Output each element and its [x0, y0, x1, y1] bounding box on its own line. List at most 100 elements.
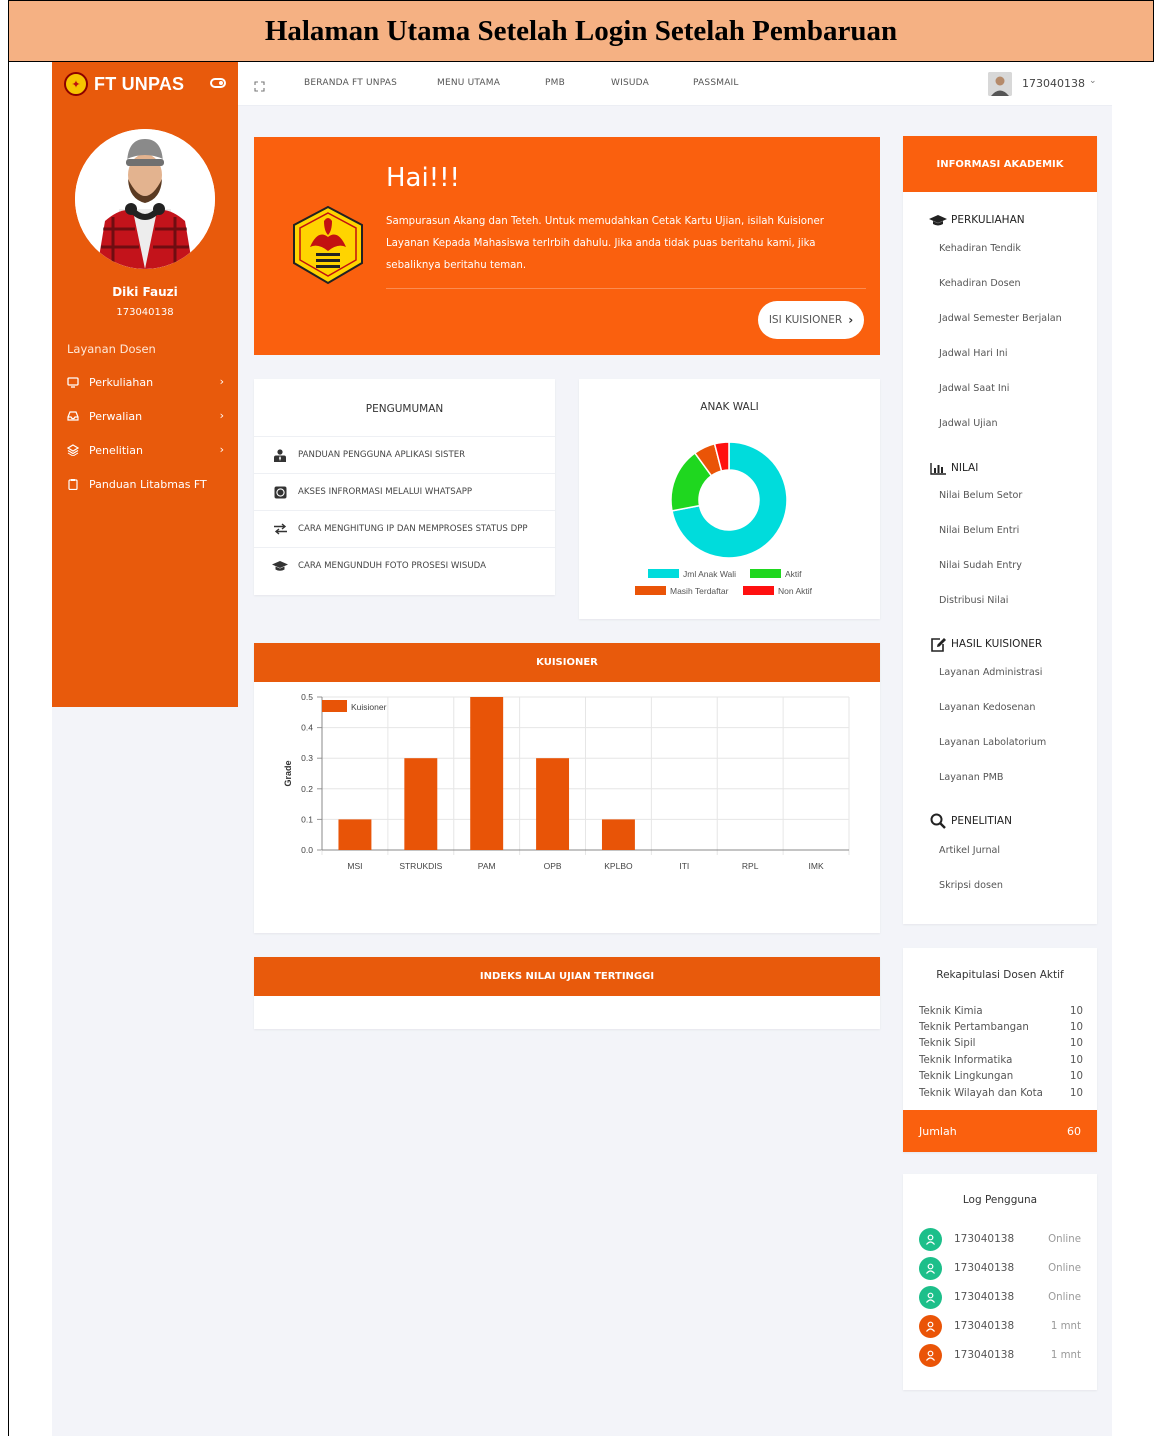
chevron-right-icon: ›	[219, 443, 224, 456]
announcement-item[interactable]: PANDUAN PENGGUNA APLIKASI SISTER	[254, 436, 555, 473]
bar-msi[interactable]	[338, 819, 372, 850]
top-avatar[interactable]	[988, 72, 1012, 96]
brand[interactable]: ✦ FT UNPAS	[52, 62, 238, 106]
rekap-name: Teknik Wilayah dan Kota	[919, 1088, 1043, 1099]
fullscreen-icon[interactable]	[254, 77, 265, 92]
nav-beranda-ft-unpas[interactable]: BERANDA FT UNPAS	[304, 78, 397, 88]
x-tick-label: KPLBO	[604, 861, 633, 871]
rekap-name: Teknik Lingkungan	[919, 1071, 1014, 1082]
announcement-item[interactable]: AKSES INFRORMASI MELALUI WHATSAPP	[254, 473, 555, 510]
bar-strukdis[interactable]	[404, 758, 438, 850]
rekap-row: Teknik Wilayah dan Kota 10	[919, 1088, 1083, 1099]
nav-passmail[interactable]: PASSMAIL	[693, 78, 739, 88]
section-title: NILAI	[951, 462, 979, 474]
legend-label: Non Aktif	[778, 586, 813, 596]
x-tick-label: IMK	[809, 861, 824, 871]
user-id: 173040138	[116, 307, 174, 318]
y-tick-label: 0.5	[301, 692, 313, 702]
chevron-down-icon[interactable]: ⌄	[1089, 76, 1097, 86]
x-tick-label: RPL	[742, 861, 759, 871]
log-status: 1 mnt	[1050, 1320, 1081, 1332]
link-skripsi-dosen[interactable]: Skripsi dosen	[939, 880, 1003, 891]
announcement-label: PANDUAN PENGGUNA APLIKASI SISTER	[298, 450, 466, 460]
chevron-right-icon: ›	[848, 313, 854, 327]
bar-kplbo[interactable]	[601, 819, 635, 850]
pengumuman-title: PENGUMUMAN	[365, 403, 444, 415]
kuisioner-title: KUISIONER	[536, 657, 598, 668]
rekap-row: Teknik Kimia 10	[919, 1006, 1083, 1017]
unpas-seal-icon	[288, 205, 368, 285]
search-icon	[929, 813, 947, 829]
log-title: Log Pengguna	[962, 1194, 1038, 1206]
rekap-name: Teknik Sipil	[919, 1038, 976, 1049]
legend-label: Jml Anak Wali	[683, 569, 736, 579]
log-user-id: 173040138	[954, 1233, 1015, 1245]
link-jadwal-hari-ini[interactable]: Jadwal Hari Ini	[939, 348, 1008, 359]
sidebar-item-label: Perwalian	[89, 409, 143, 423]
link-jadwal-semester-berjalan[interactable]: Jadwal Semester Berjalan	[939, 313, 1062, 324]
sidebar-toggle-icon[interactable]	[210, 78, 226, 88]
rekap-count: 10	[1070, 1006, 1083, 1017]
edit-icon	[929, 637, 947, 652]
topbar: BERANDA FT UNPAS MENU UTAMA PMB WISUDA P…	[238, 62, 1112, 106]
sidebar-item-label: Perkuliahan	[89, 375, 154, 389]
bar-pam[interactable]	[470, 697, 504, 850]
link-kehadiran-dosen[interactable]: Kehadiran Dosen	[939, 278, 1021, 289]
anak-wali-donut-chart: Jml Anak Wali Aktif Masih Terdaftar Non Akt…	[635, 441, 813, 596]
log-row: 173040138 1 mnt	[919, 1314, 1081, 1338]
nav-wisuda[interactable]: WISUDA	[611, 78, 649, 88]
layers-icon	[67, 444, 79, 456]
nav-pmb[interactable]: PMB	[545, 78, 565, 88]
log-pengguna-card: Log Pengguna 173040138 Online 173040138 Onl…	[903, 1174, 1097, 1390]
user-icon	[919, 1256, 942, 1280]
y-tick-label: 0.1	[301, 814, 313, 824]
link-artikel-jurnal[interactable]: Artikel Jurnal	[939, 845, 1000, 856]
link-layanan-administrasi[interactable]: Layanan Administrasi	[939, 667, 1042, 678]
link-nilai-belum-setor[interactable]: Nilai Belum Setor	[939, 490, 1022, 501]
rekap-dosen-card: Rekapitulasi Dosen Aktif Teknik Kimia 10…	[903, 948, 1097, 1152]
legend-swatch	[648, 569, 679, 578]
link-layanan-pmb[interactable]: Layanan PMB	[939, 772, 1004, 783]
sidebar-item-perwalian[interactable]: Perwalian ›	[52, 403, 238, 429]
sidebar: ✦ FT UNPAS Diki Fauzi 173040138 Layanan …	[52, 62, 238, 707]
link-jadwal-saat-ini[interactable]: Jadwal Saat Ini	[939, 383, 1009, 394]
y-tick-label: 0.0	[301, 845, 313, 855]
legend-label: Aktif	[785, 569, 802, 579]
log-status: Online	[1048, 1291, 1081, 1303]
announcement-item[interactable]: CARA MENGHITUNG IP DAN MEMPROSES STATUS …	[254, 510, 555, 547]
isi-kuisioner-button[interactable]: ISI KUISIONER ›	[758, 301, 864, 339]
link-layanan-kedosenan[interactable]: Layanan Kedosenan	[939, 702, 1036, 713]
section-perkuliahan: PERKULIAHAN	[929, 213, 1025, 227]
link-jadwal-ujian[interactable]: Jadwal Ujian	[939, 418, 998, 429]
kuisioner-header: KUISIONER	[254, 643, 880, 682]
rekap-count: 10	[1070, 1088, 1083, 1099]
top-user-id[interactable]: 173040138	[1022, 77, 1085, 90]
link-nilai-sudah-entry[interactable]: Nilai Sudah Entry	[939, 560, 1022, 571]
informasi-akademik-header: INFORMASI AKADEMIK	[903, 136, 1097, 192]
legend-swatch	[743, 586, 774, 595]
link-kehadiran-tendik[interactable]: Kehadiran Tendik	[939, 243, 1021, 254]
rekap-name: Teknik Kimia	[919, 1006, 983, 1017]
nav-menu-utama[interactable]: MENU UTAMA	[437, 78, 500, 88]
announcement-item[interactable]: CARA MENGUNDUH FOTO PROSESI WISUDA	[254, 547, 555, 584]
x-tick-label: ITI	[679, 861, 689, 871]
announcement-label: CARA MENGHITUNG IP DAN MEMPROSES STATUS …	[298, 524, 528, 534]
user-icon	[919, 1285, 942, 1309]
rekap-row: Teknik Pertambangan 10	[919, 1022, 1083, 1033]
x-tick-label: STRUKDIS	[399, 861, 442, 871]
section-hasil-kuisioner: HASIL KUISIONER	[929, 637, 1042, 652]
sidebar-item-penelitian[interactable]: Penelitian ›	[52, 437, 238, 463]
y-tick-label: 0.4	[301, 723, 313, 733]
link-layanan-labolatorium[interactable]: Layanan Labolatorium	[939, 737, 1046, 748]
informasi-akademik-title: INFORMASI AKADEMIK	[936, 158, 1064, 170]
avatar	[75, 129, 215, 269]
bar-opb[interactable]	[536, 758, 570, 850]
welcome-banner: Hai!!! Sampurasun Akang dan Teteh. Untuk…	[254, 137, 880, 355]
clipboard-icon	[67, 478, 79, 490]
link-distribusi-nilai[interactable]: Distribusi Nilai	[939, 595, 1008, 606]
sidebar-item-perkuliahan[interactable]: Perkuliahan ›	[52, 369, 238, 395]
link-nilai-belum-entri[interactable]: Nilai Belum Entri	[939, 525, 1019, 536]
sidebar-item-panduan-litabmas[interactable]: Panduan Litabmas FT	[52, 471, 238, 497]
app-window: ✦ FT UNPAS Diki Fauzi 173040138 Layanan …	[52, 62, 1112, 1436]
sidebar-item-label: Panduan Litabmas FT	[89, 477, 207, 491]
